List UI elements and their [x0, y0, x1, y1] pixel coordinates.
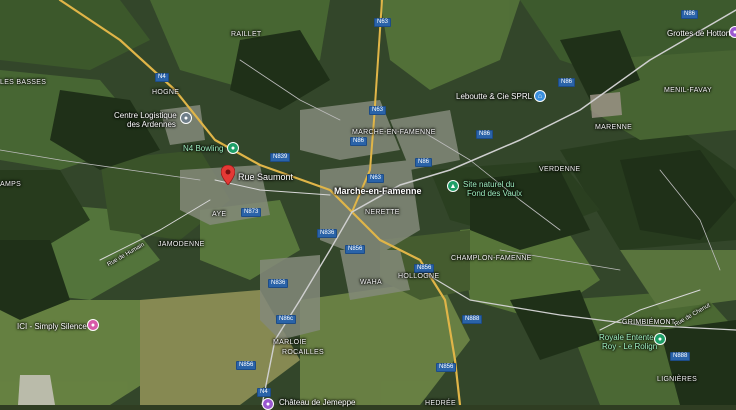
place-label: MARLOIE: [273, 339, 307, 346]
road-shield-n856: N856: [345, 245, 366, 254]
place-label: LIGNIÈRES: [657, 376, 698, 383]
place-label: ROCAILLES: [282, 349, 324, 356]
road-shield-n856: N856: [436, 363, 457, 372]
poi-label[interactable]: Roy - Le Rolign: [602, 342, 657, 351]
place-label: HEDRÉE: [425, 400, 456, 407]
place-label: HOLLOGNE: [398, 273, 440, 280]
road-shield-n63: N63: [374, 18, 392, 27]
road-shield-n63: N63: [369, 106, 387, 115]
attraction-icon[interactable]: ●: [729, 26, 736, 38]
place-label: VERDENNE: [539, 166, 581, 173]
poi-label[interactable]: des Ardennes: [127, 120, 176, 129]
poi-label[interactable]: Château de Jemeppe: [279, 398, 356, 407]
place-label: CHAMPLON-FAMENNE: [451, 255, 532, 262]
poi-label[interactable]: Leboutte & Cie SPRL: [456, 92, 532, 101]
road-shield-n836: N836: [268, 279, 289, 288]
poi-label[interactable]: ICI - Simply Silence: [17, 322, 87, 331]
poi-label[interactable]: Site naturel du: [463, 180, 515, 189]
road-shield-n86: N86: [681, 10, 699, 19]
place-label: MENIL-FAVAY: [664, 87, 713, 94]
place-label: GRIMBIÉMONT: [622, 319, 676, 326]
spa-icon[interactable]: ●: [87, 319, 99, 331]
road-shield-n888: N888: [670, 352, 691, 361]
road-shield-n86: N86: [476, 130, 494, 139]
road-shield-n873: N873: [241, 208, 262, 217]
park-icon[interactable]: ▲: [447, 180, 459, 192]
road-shield-n836: N856: [236, 361, 257, 370]
street-label[interactable]: Rue Saumont: [238, 173, 293, 182]
poi-label[interactable]: Centre Logistique: [114, 111, 177, 120]
road-shield-n86c: N86c: [276, 315, 297, 324]
poi-label[interactable]: Royale Entente: [599, 333, 654, 342]
road-shield-n888: N888: [462, 315, 483, 324]
location-pin-icon[interactable]: [221, 165, 235, 185]
place-label: MARENNE: [595, 124, 633, 131]
place-label: AMPS: [0, 181, 22, 188]
poi-label[interactable]: Grottes de Hotton: [667, 29, 730, 38]
place-label: RAILLET: [231, 31, 262, 38]
poi-label[interactable]: N4 Bowling: [183, 144, 223, 153]
road-shield-n836: N836: [317, 229, 338, 238]
place-label: MARCHE-EN-FAMENNE: [352, 129, 436, 136]
warehouse-icon[interactable]: ●: [180, 112, 192, 124]
road-shield-n86: N86: [415, 158, 433, 167]
road-shield-n63: N63: [367, 174, 385, 183]
road-shield-n4: N4: [155, 73, 169, 82]
road-shield-n839: N86: [350, 137, 368, 146]
road-shield-n86: N4: [257, 388, 271, 397]
bowling-icon[interactable]: ●: [227, 142, 239, 154]
golf-icon[interactable]: ●: [654, 333, 666, 345]
poi-label[interactable]: Fond des Vaulx: [467, 189, 522, 198]
road-shield-n839: N839: [270, 153, 291, 162]
town-label[interactable]: Marche-en-Famenne: [334, 187, 422, 196]
place-label: HOGNE: [152, 89, 180, 96]
shop-icon[interactable]: ⌂: [534, 90, 546, 102]
place-label: JAMODENNE: [158, 241, 205, 248]
place-label: LES BASSES: [0, 79, 47, 86]
road-shield-n86: N86: [558, 78, 576, 87]
place-label: WAHA: [360, 279, 382, 286]
castle-icon[interactable]: ●: [262, 398, 274, 410]
place-label: AYE: [212, 211, 227, 218]
place-label: NERETTE: [365, 209, 400, 216]
